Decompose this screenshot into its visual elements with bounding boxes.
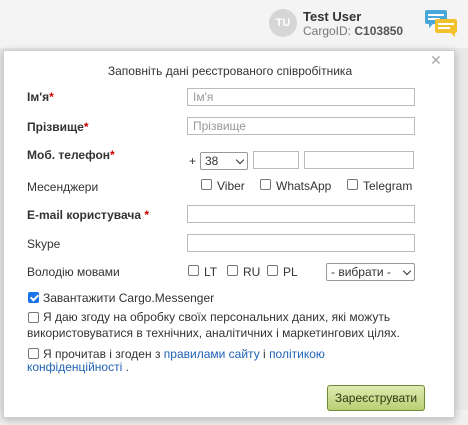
lt-checkbox[interactable]	[188, 265, 199, 276]
chevron-down-icon	[235, 155, 245, 165]
first-name-input[interactable]	[187, 88, 415, 106]
languages-label: Володію мовами	[27, 265, 120, 279]
whatsapp-checkbox[interactable]	[260, 179, 271, 190]
ru-label: RU	[243, 265, 261, 279]
last-name-input[interactable]	[187, 117, 415, 135]
pl-checkbox[interactable]	[267, 265, 278, 276]
telegram-checkbox[interactable]	[347, 179, 358, 190]
cargo-id-prefix: CargoID:	[303, 24, 352, 38]
language-select[interactable]: - вибрати -	[326, 263, 415, 281]
email-label: E-mail користувача *	[27, 208, 150, 222]
viber-checkbox[interactable]	[201, 179, 212, 190]
first-name-label: Ім'я*	[27, 90, 54, 104]
phone-part2-input[interactable]	[304, 151, 414, 169]
privacy-policy-link[interactable]: політикою	[269, 347, 325, 361]
country-code-select[interactable]: 38	[200, 152, 248, 170]
phone-part1-input[interactable]	[253, 151, 299, 169]
cargo-id-line: CargoID: C103850	[303, 24, 403, 38]
consent-line1: Я даю згоду на обробку своїх персональни…	[43, 310, 391, 324]
chat-bubbles-icon[interactable]	[424, 8, 458, 38]
skype-input[interactable]	[187, 234, 415, 252]
cargo-id-value: C103850	[354, 24, 404, 38]
user-name[interactable]: Test User	[303, 9, 361, 24]
email-input[interactable]	[187, 205, 415, 223]
terms-checkbox[interactable]	[28, 348, 39, 359]
register-button[interactable]: Зареєструвати	[327, 385, 425, 411]
consent-checkbox[interactable]	[28, 312, 39, 323]
pl-label: PL	[283, 265, 298, 279]
privacy-policy-link-cont[interactable]: конфіденційності	[27, 360, 122, 374]
phone-label: Моб. телефон*	[27, 148, 115, 162]
terms-line2: конфіденційності .	[27, 359, 129, 375]
download-messenger-checkbox[interactable]	[28, 292, 39, 303]
terms-suffix: .	[125, 360, 129, 374]
dialog-title: Заповніть дані реєстрованого співробітни…	[107, 64, 353, 78]
chevron-down-icon	[402, 266, 412, 276]
telegram-label: Telegram	[363, 179, 413, 193]
download-messenger-label: Завантажити Cargo.Messenger	[43, 291, 215, 305]
terms-mid: і	[263, 347, 266, 361]
avatar[interactable]: TU	[269, 9, 297, 37]
site-rules-link[interactable]: правилами сайту	[164, 347, 260, 361]
viber-label: Viber	[217, 179, 245, 193]
phone-plus: +	[189, 154, 197, 168]
ru-checkbox[interactable]	[227, 265, 238, 276]
messengers-label: Месенджери	[27, 180, 99, 194]
skype-label: Skype	[27, 237, 61, 251]
whatsapp-label: WhatsApp	[276, 179, 332, 193]
consent-line2: використовуватися в технічних, аналітичн…	[27, 326, 400, 340]
last-name-label: Прізвище*	[27, 120, 89, 134]
lt-label: LT	[204, 265, 218, 279]
